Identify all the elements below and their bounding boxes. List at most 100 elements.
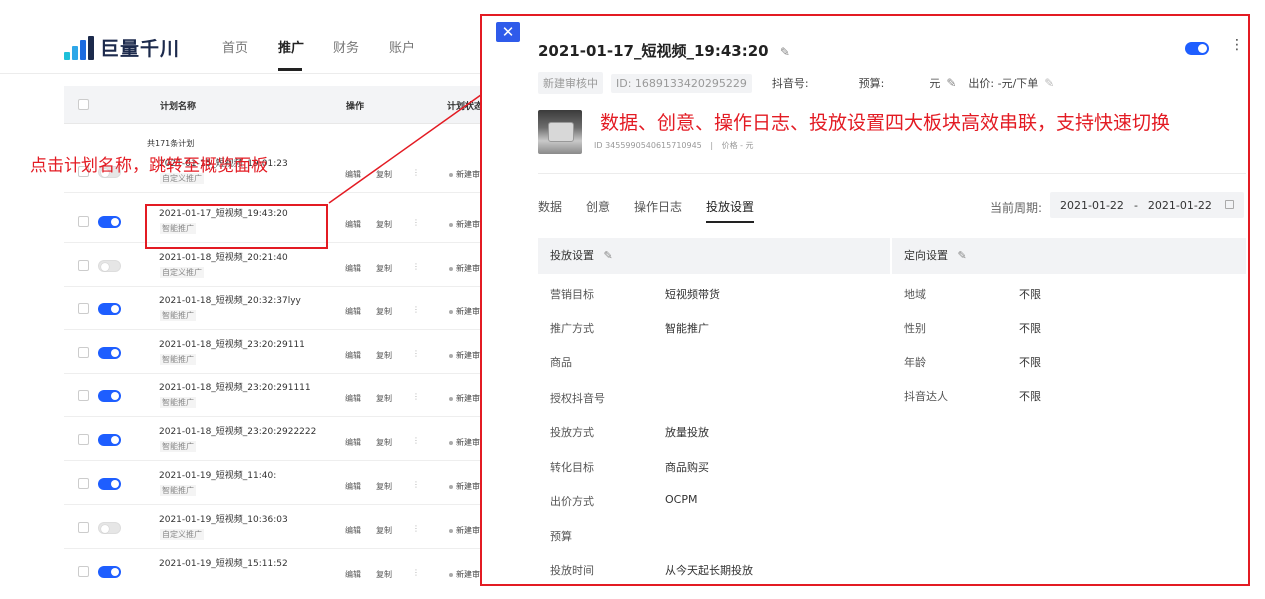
copy-link[interactable]: 复制 <box>376 525 392 536</box>
tab-creative[interactable]: 创意 <box>586 198 610 223</box>
tab-operation-log[interactable]: 操作日志 <box>634 198 682 223</box>
targeting-setting-value: 不限 <box>1019 322 1041 335</box>
row-checkbox[interactable] <box>78 434 89 445</box>
delivery-setting-label: 投放时间 <box>550 564 594 577</box>
copy-link[interactable]: 复制 <box>376 169 392 180</box>
row-checkbox[interactable] <box>78 216 89 227</box>
copy-link[interactable]: 复制 <box>376 569 392 580</box>
row-checkbox[interactable] <box>78 566 89 577</box>
edit-link[interactable]: 编辑 <box>345 219 361 230</box>
plan-name-link[interactable]: 2021-01-19_短视频_15:11:52 <box>159 556 288 569</box>
edit-link[interactable]: 编辑 <box>345 481 361 492</box>
edit-link[interactable]: 编辑 <box>345 437 361 448</box>
copy-link[interactable]: 复制 <box>376 263 392 274</box>
edit-link[interactable]: 编辑 <box>345 169 361 180</box>
table-header: 计划名称 操作 计划状态 <box>64 86 520 124</box>
logo[interactable]: 巨量千川 <box>64 34 180 61</box>
row-more-icon[interactable]: ⋮ <box>412 480 420 489</box>
row-more-icon[interactable]: ⋮ <box>412 436 420 445</box>
product-meta: ID 3455990540615710945 | 价格 - 元 <box>594 140 760 151</box>
row-more-icon[interactable]: ⋮ <box>412 349 420 358</box>
edit-link[interactable]: 编辑 <box>345 306 361 317</box>
edit-link[interactable]: 编辑 <box>345 263 361 274</box>
product-meta-separator: | <box>710 141 714 150</box>
delivery-setting-label: 出价方式 <box>550 495 594 508</box>
delivery-setting-label: 预算 <box>550 530 572 543</box>
delivery-setting-label: 推广方式 <box>550 322 594 335</box>
edit-link[interactable]: 编辑 <box>345 350 361 361</box>
plan-name-link[interactable]: 2021-01-18_短视频_20:32:37lyy <box>159 293 301 306</box>
table-row[interactable]: 2021-01-18_短视频_20:21:40 自定义推广 编辑 复制 ⋮ 新建审核中 <box>64 244 520 287</box>
row-status-toggle[interactable] <box>98 434 121 446</box>
copy-link[interactable]: 复制 <box>376 306 392 317</box>
plan-status-toggle[interactable] <box>1185 42 1209 55</box>
plan-name-link[interactable]: 2021-01-19_短视频_11:40: <box>159 468 276 481</box>
detail-tabs: 数据 创意 操作日志 投放设置 <box>538 198 778 223</box>
tab-delivery-settings[interactable]: 投放设置 <box>706 198 755 223</box>
row-status-toggle[interactable] <box>98 522 121 534</box>
copy-link[interactable]: 复制 <box>376 219 392 230</box>
row-more-icon[interactable]: ⋮ <box>412 218 420 227</box>
copy-link[interactable]: 复制 <box>376 437 392 448</box>
delivery-setting-label: 转化目标 <box>550 461 594 474</box>
more-options-icon[interactable]: ⋮ <box>1230 38 1244 52</box>
table-row[interactable]: 2021-01-19_短视频_10:36:03 自定义推广 编辑 复制 ⋮ 新建审核中 <box>64 506 520 549</box>
plan-name-link[interactable]: 2021-01-18_短视频_23:20:291111 <box>159 380 311 393</box>
row-checkbox[interactable] <box>78 260 89 271</box>
column-header-status[interactable]: 计划状态 <box>447 99 483 112</box>
row-checkbox[interactable] <box>78 347 89 358</box>
row-status-toggle[interactable] <box>98 216 121 228</box>
date-range-picker[interactable]: 2021-01-22 - 2021-01-22 <box>1050 192 1244 218</box>
tab-data[interactable]: 数据 <box>538 198 562 223</box>
copy-link[interactable]: 复制 <box>376 393 392 404</box>
table-row[interactable]: 2021-01-18_短视频_23:20:291111 智能推广 编辑 复制 ⋮ 新建审核… <box>64 374 520 417</box>
row-status-toggle[interactable] <box>98 390 121 402</box>
row-status-toggle[interactable] <box>98 566 121 578</box>
table-row[interactable]: 2021-01-19_短视频_15:11:52 编辑 复制 ⋮ 新建审核中 <box>64 550 520 581</box>
plan-name-link[interactable]: 2021-01-19_短视频_10:36:03 <box>159 512 288 525</box>
plan-name-link[interactable]: 2021-01-18_短视频_23:20:29111 <box>159 337 305 350</box>
row-checkbox[interactable] <box>78 522 89 533</box>
row-status-toggle[interactable] <box>98 260 121 272</box>
row-checkbox[interactable] <box>78 390 89 401</box>
row-status-toggle[interactable] <box>98 347 121 359</box>
row-more-icon[interactable]: ⋮ <box>412 305 420 314</box>
select-all-checkbox[interactable] <box>78 99 89 110</box>
row-status-toggle[interactable] <box>98 478 121 490</box>
column-header-name[interactable]: 计划名称 <box>160 99 196 112</box>
row-checkbox[interactable] <box>78 303 89 314</box>
nav-tab-account[interactable]: 账户 <box>389 37 415 56</box>
edit-delivery-pencil-icon[interactable]: ✎ <box>604 238 613 274</box>
edit-link[interactable]: 编辑 <box>345 525 361 536</box>
delivery-setting-value: 智能推广 <box>665 322 709 335</box>
table-row[interactable]: 2021-01-18_短视频_23:20:29111 智能推广 编辑 复制 ⋮ 新建审核中 <box>64 331 520 374</box>
table-row[interactable]: 2021-01-19_短视频_11:40: 智能推广 编辑 复制 ⋮ 新建审核中 <box>64 462 520 505</box>
edit-link[interactable]: 编辑 <box>345 569 361 580</box>
plan-name-link[interactable]: 2021-01-18_短视频_23:20:2922222 <box>159 424 316 437</box>
edit-bid-pencil-icon[interactable]: ✎ <box>1044 76 1054 90</box>
row-more-icon[interactable]: ⋮ <box>412 392 420 401</box>
nav-tab-promotion[interactable]: 推广 <box>278 37 304 56</box>
nav-tab-finance[interactable]: 财务 <box>333 37 359 56</box>
plan-title-text: 2021-01-17_短视频_19:43:20 <box>538 42 769 60</box>
row-more-icon[interactable]: ⋮ <box>412 524 420 533</box>
row-status-toggle[interactable] <box>98 303 121 315</box>
table-row[interactable]: 2021-01-18_短视频_23:20:2922222 智能推广 编辑 复制 ⋮ 新建审… <box>64 418 520 461</box>
table-row[interactable]: 2021-01-18_短视频_20:32:37lyy 智能推广 编辑 复制 ⋮ 新建审核中 <box>64 287 520 330</box>
row-checkbox[interactable] <box>78 478 89 489</box>
edit-budget-pencil-icon[interactable]: ✎ <box>946 76 956 90</box>
edit-title-pencil-icon[interactable]: ✎ <box>780 45 790 59</box>
copy-link[interactable]: 复制 <box>376 481 392 492</box>
edit-link[interactable]: 编辑 <box>345 393 361 404</box>
logo-text: 巨量千川 <box>100 38 181 60</box>
plan-name-link[interactable]: 2021-01-18_短视频_20:21:40 <box>159 250 288 263</box>
nav-tab-home[interactable]: 首页 <box>222 37 248 56</box>
edit-targeting-pencil-icon[interactable]: ✎ <box>958 238 967 274</box>
row-more-icon[interactable]: ⋮ <box>412 262 420 271</box>
row-more-icon[interactable]: ⋮ <box>412 168 420 177</box>
header-divider <box>538 173 1246 174</box>
row-more-icon[interactable]: ⋮ <box>412 568 420 577</box>
copy-link[interactable]: 复制 <box>376 350 392 361</box>
close-panel-button[interactable]: ✕ <box>496 22 520 42</box>
targeting-setting-label: 地域 <box>904 288 926 301</box>
